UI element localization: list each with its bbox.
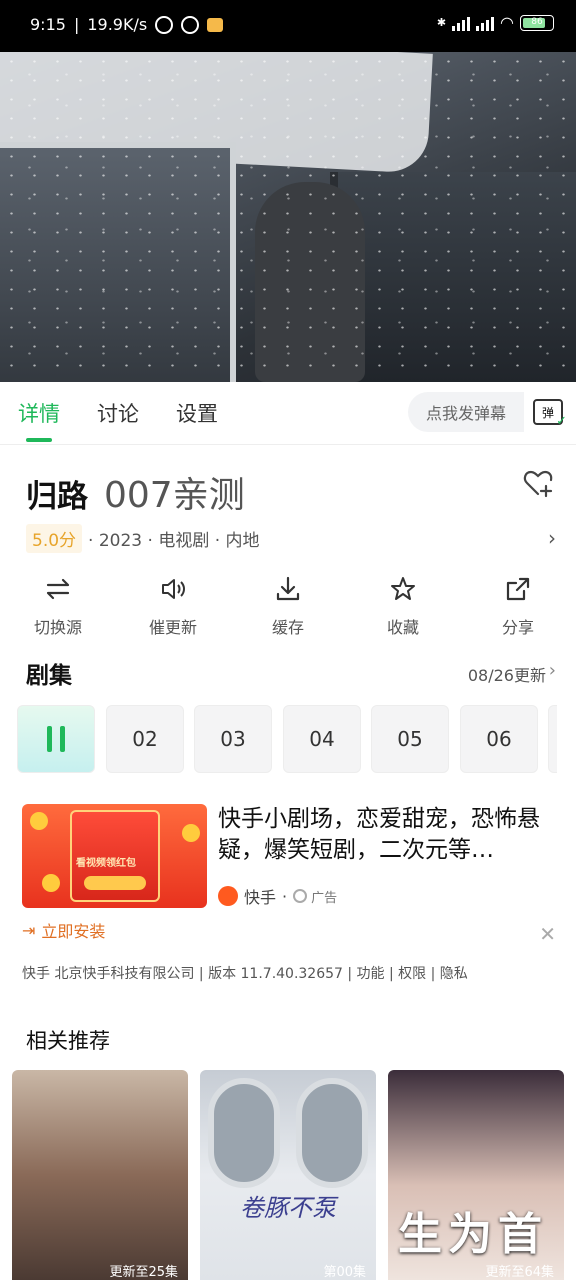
episode-item-04[interactable]: 04 bbox=[283, 705, 361, 773]
check-icon: ✓ bbox=[556, 414, 567, 429]
episodes-update[interactable]: 08/26更新 bbox=[468, 662, 546, 686]
ad-image-button bbox=[84, 876, 146, 890]
chevron-right-icon[interactable]: › bbox=[548, 526, 556, 550]
pause-icon bbox=[47, 726, 65, 752]
episode-badge: 更新至64集 bbox=[485, 1265, 554, 1280]
ad-source: 快手 · 广告 bbox=[218, 884, 337, 908]
chevron-right-icon[interactable]: › bbox=[549, 660, 556, 681]
share-button[interactable]: 分享 bbox=[468, 572, 568, 638]
meta-row[interactable]: 5.0分 · 2023 · 电视剧 · 内地 bbox=[26, 524, 260, 553]
favorite-button[interactable]: 收藏 bbox=[353, 572, 453, 638]
show-meta: · 2023 · 电视剧 · 内地 bbox=[88, 531, 260, 551]
recommend-card[interactable]: 更新至25集 bbox=[12, 1070, 188, 1280]
danmu-icon: 弹 ✓ bbox=[533, 399, 567, 429]
mute-icon bbox=[155, 15, 174, 34]
speaker-icon bbox=[162, 579, 185, 599]
episode-badge: 更新至25集 bbox=[109, 1265, 178, 1280]
star-icon bbox=[391, 577, 415, 600]
battery-icon: 86 bbox=[520, 14, 554, 31]
poster-title: 卷豚不泵 bbox=[240, 1194, 336, 1222]
install-icon: ⇥ bbox=[22, 920, 36, 940]
switch-source-icon bbox=[46, 578, 70, 600]
urge-update-button[interactable]: 催更新 bbox=[123, 572, 223, 638]
tab-discussion[interactable]: 讨论 bbox=[97, 398, 139, 428]
ad-title[interactable]: 快手小剧场，恋爱甜宠，恐怖悬疑，爆笑短剧，二次元等… bbox=[218, 804, 558, 866]
episode-item-02[interactable]: 02 bbox=[106, 705, 184, 773]
recommend-card[interactable]: 生为首 更新至64集 bbox=[388, 1070, 564, 1280]
close-icon[interactable]: ✕ bbox=[539, 922, 556, 946]
tab-settings[interactable]: 设置 bbox=[176, 398, 218, 428]
signal-icon-2 bbox=[476, 15, 495, 31]
ad-mark: 广告 bbox=[293, 887, 337, 906]
ad-info: 快手 北京快手科技有限公司 | 版本 11.7.40.32657 | 功能 | … bbox=[22, 966, 468, 982]
heart-plus-icon[interactable] bbox=[522, 467, 554, 499]
battery-level: 86 bbox=[531, 16, 543, 27]
ad-image[interactable]: 看视频领红包 bbox=[22, 804, 207, 908]
show-title: 归路 bbox=[26, 479, 88, 515]
episode-badge: 第00集 bbox=[323, 1265, 366, 1280]
switch-source-button[interactable]: 切换源 bbox=[8, 572, 108, 638]
action-bar: 切换源 催更新 缓存 收藏 分享 bbox=[0, 572, 576, 642]
network-speed: 19.9K/s bbox=[87, 15, 148, 34]
episode-item-06[interactable]: 06 bbox=[460, 705, 538, 773]
app-notification-icon bbox=[207, 17, 224, 32]
bluetooth-icon: ✱ bbox=[436, 16, 447, 29]
download-icon bbox=[276, 576, 300, 601]
danmu-toggle-button[interactable]: 弹 ✓ bbox=[530, 394, 567, 430]
alarm-icon bbox=[181, 15, 200, 34]
ad-logo-icon bbox=[293, 889, 308, 903]
episode-list: 02 03 04 05 06 bbox=[17, 705, 557, 775]
install-button[interactable]: ⇥ 立即安装 bbox=[22, 918, 105, 942]
status-bar: 9:15 | 19.9K/s ✱ ◠ 86 bbox=[0, 0, 576, 52]
recommend-card[interactable]: 卷豚不泵 第00集 bbox=[200, 1070, 376, 1280]
video-player[interactable] bbox=[0, 52, 576, 382]
poster-title: 生为首 bbox=[398, 1209, 548, 1260]
ad-image-text: 看视频领红包 bbox=[76, 858, 136, 869]
episode-item-05[interactable]: 05 bbox=[371, 705, 449, 773]
signal-icon-1 bbox=[452, 15, 471, 31]
hero-snow bbox=[0, 52, 576, 382]
share-icon bbox=[506, 577, 530, 601]
wifi-icon: ◠ bbox=[500, 13, 514, 32]
show-subtitle: 007亲测 bbox=[104, 475, 245, 516]
episode-item-more[interactable] bbox=[548, 705, 557, 773]
title-row: 归路 007亲测 bbox=[26, 466, 245, 518]
kuaishou-logo-icon bbox=[218, 886, 238, 906]
episode-item-03[interactable]: 03 bbox=[194, 705, 272, 773]
tab-indicator bbox=[26, 438, 52, 442]
tab-details[interactable]: 详情 bbox=[18, 398, 60, 428]
episodes-heading: 剧集 bbox=[26, 663, 72, 689]
score-badge: 5.0分 bbox=[26, 524, 83, 553]
danmu-input[interactable]: 点我发弹幕 bbox=[408, 392, 524, 432]
recommend-heading: 相关推荐 bbox=[26, 1029, 110, 1053]
status-time: 9:15 bbox=[30, 15, 66, 34]
episode-item-01[interactable] bbox=[17, 705, 95, 773]
cache-button[interactable]: 缓存 bbox=[238, 572, 338, 638]
